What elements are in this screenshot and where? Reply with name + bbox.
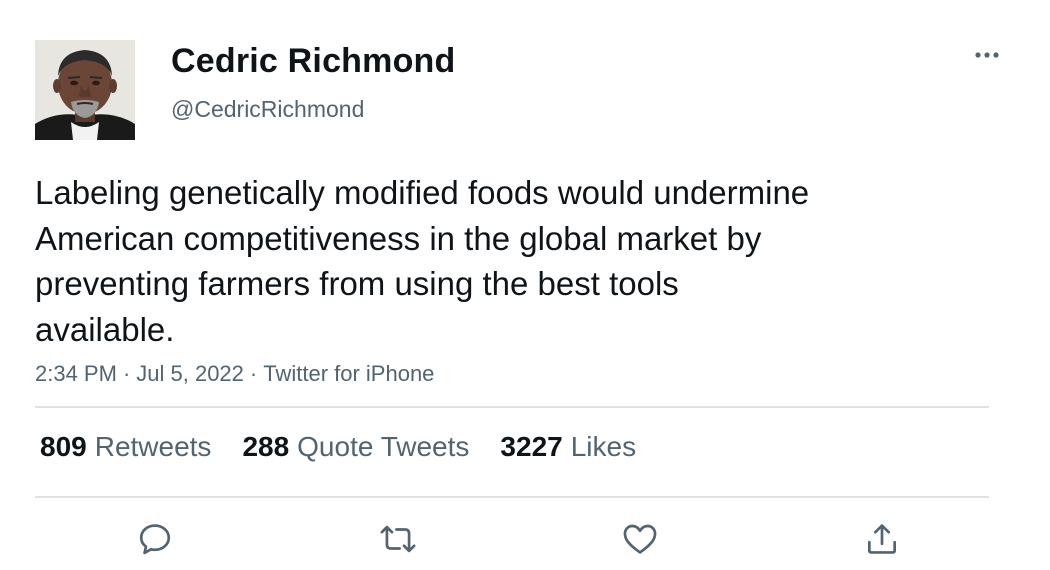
retweet-icon (380, 525, 416, 553)
likes-stat[interactable]: 3227 Likes (500, 431, 636, 463)
retweet-button[interactable] (377, 518, 419, 560)
share-button[interactable] (861, 518, 903, 560)
divider (35, 406, 989, 408)
more-dots-icon (975, 52, 999, 58)
tweet-text-line: available. (35, 310, 175, 348)
divider (35, 496, 989, 498)
avatar-photo (35, 40, 135, 140)
tweet-text-line: American competitiveness in the global m… (35, 219, 762, 257)
avatar[interactable] (35, 40, 135, 140)
like-button[interactable] (619, 518, 661, 560)
tweet-text-line: Labeling genetically modified foods woul… (35, 174, 810, 211)
share-icon (867, 524, 897, 554)
tweet-source[interactable]: Twitter for iPhone (263, 361, 434, 386)
heart-icon (623, 524, 657, 554)
reply-button[interactable] (134, 518, 176, 560)
reply-icon (139, 524, 171, 555)
display-name[interactable]: Cedric Richmond (171, 42, 455, 81)
user-handle[interactable]: @CedricRichmond (171, 96, 364, 123)
tweet-metadata: 2:34 PM · Jul 5, 2022 · Twitter for iPhone (35, 361, 434, 387)
retweets-stat[interactable]: 809 Retweets (40, 431, 211, 463)
quote-tweets-label: Quote Tweets (297, 431, 470, 462)
separator-dot: · (249, 361, 258, 386)
quote-tweets-count: 288 (242, 431, 290, 462)
more-options-button[interactable] (968, 40, 1008, 70)
separator-dot: · (122, 361, 131, 386)
retweets-count: 809 (40, 431, 87, 462)
tweet-time[interactable]: 2:34 PM (35, 361, 117, 386)
engagement-stats: 809 Retweets 288 Quote Tweets 3227 Likes (40, 431, 667, 463)
likes-count: 3227 (500, 431, 563, 462)
tweet-date[interactable]: Jul 5, 2022 (136, 361, 244, 386)
retweets-label: Retweets (94, 431, 212, 462)
likes-label: Likes (570, 431, 637, 462)
tweet-text-line: preventing farmers from using the best t… (35, 265, 679, 302)
quote-tweets-stat[interactable]: 288 Quote Tweets (242, 431, 469, 463)
tweet-text: Labeling genetically modified foods woul… (35, 170, 895, 352)
